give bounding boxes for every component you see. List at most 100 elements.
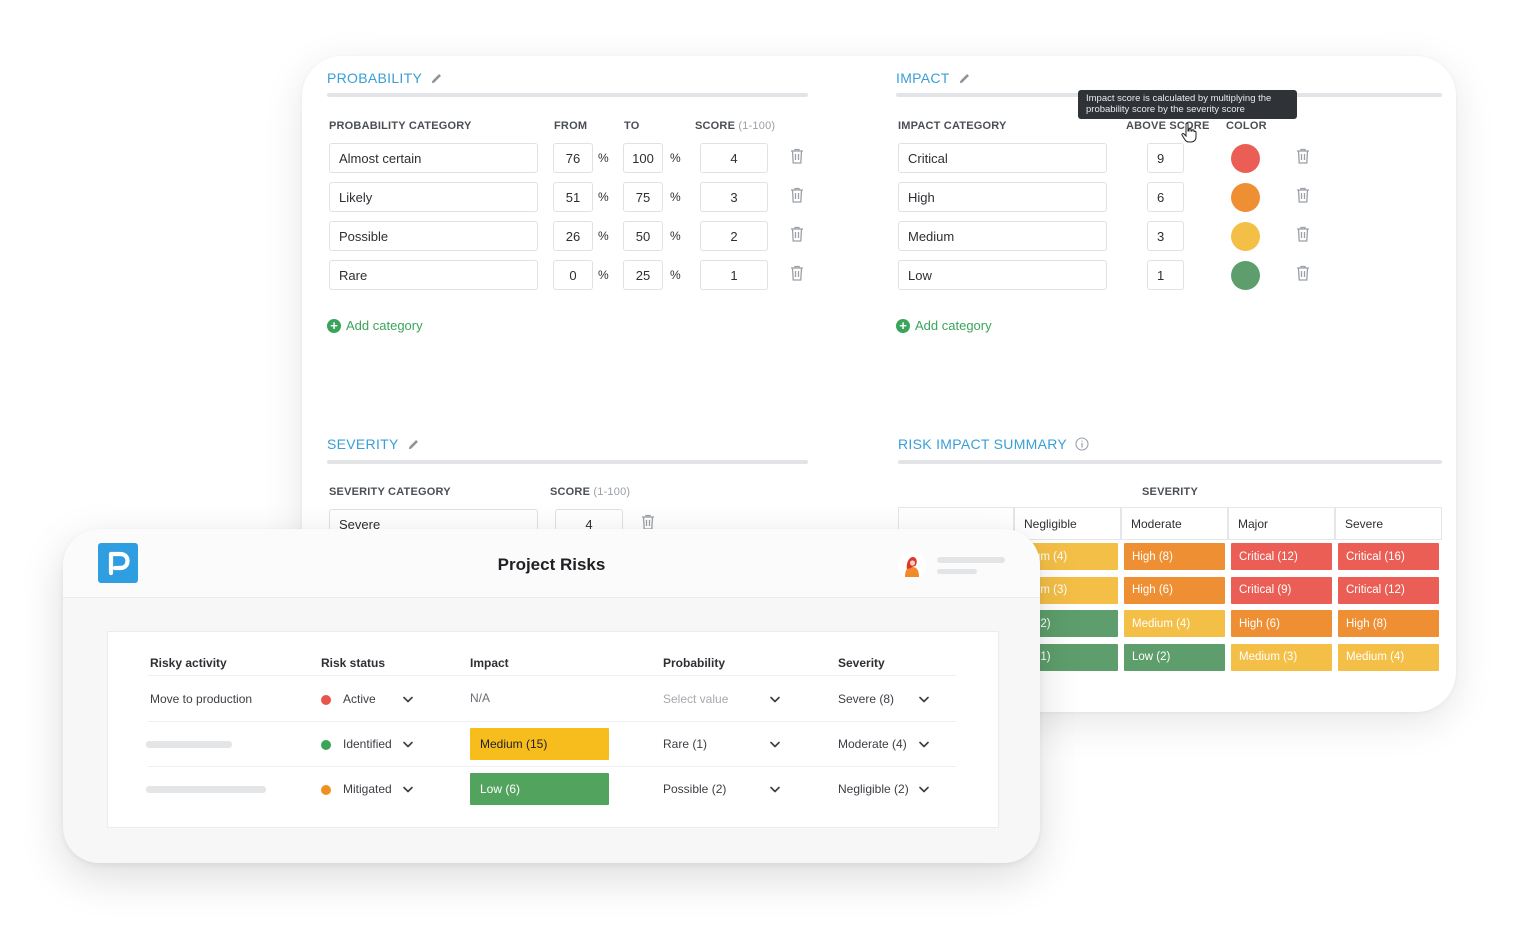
probability-category-input[interactable]: Likely [329, 182, 538, 212]
trash-icon[interactable] [1296, 226, 1310, 242]
chevron-down-icon[interactable] [919, 786, 929, 793]
above-score-input[interactable]: 3 [1147, 221, 1184, 251]
color-swatch[interactable] [1231, 261, 1260, 290]
trash-icon[interactable] [790, 148, 804, 164]
from-input[interactable]: 0 [553, 260, 593, 290]
activity-placeholder[interactable] [146, 786, 266, 793]
to-input[interactable]: 25 [623, 260, 663, 290]
probability-select[interactable]: Possible (2) [663, 782, 726, 796]
risk-status-value[interactable]: Identified [343, 737, 392, 751]
add-impact-category-button[interactable]: + Add category [896, 318, 992, 333]
risky-activity-text[interactable]: Move to production [150, 692, 252, 706]
matrix-column-header: Severe [1335, 507, 1442, 540]
chevron-down-icon[interactable] [770, 741, 780, 748]
edit-pencil-icon[interactable] [430, 72, 443, 85]
severity-select[interactable]: Negligible (2) [838, 782, 909, 796]
trash-icon[interactable] [1296, 187, 1310, 203]
header-risk-status: Risk status [321, 656, 386, 670]
probability-category-input[interactable]: Almost certain [329, 143, 538, 173]
impact-category-input[interactable]: High [898, 182, 1107, 212]
role-placeholder [937, 569, 977, 574]
score-input[interactable]: 1 [700, 260, 768, 290]
edit-pencil-icon[interactable] [407, 438, 420, 451]
trash-icon[interactable] [790, 187, 804, 203]
impact-category-input[interactable]: Medium [898, 221, 1107, 251]
to-header: TO [624, 120, 640, 132]
probability-select[interactable]: Select value [663, 692, 728, 706]
chevron-down-icon[interactable] [919, 741, 929, 748]
chevron-down-icon[interactable] [919, 696, 929, 703]
matrix-cell: Medium (4) [1338, 643, 1439, 671]
trash-icon[interactable] [1296, 265, 1310, 281]
status-dot [321, 785, 331, 795]
chevron-down-icon[interactable] [770, 696, 780, 703]
to-input[interactable]: 75 [623, 182, 663, 212]
color-swatch[interactable] [1231, 144, 1260, 173]
chevron-down-icon[interactable] [403, 741, 413, 748]
severity-select[interactable]: Moderate (4) [838, 737, 907, 751]
add-icon: + [896, 318, 910, 333]
impact-category-header: IMPACT CATEGORY [898, 120, 1007, 132]
add-category-label: Add category [346, 318, 423, 333]
matrix-cell: Critical (9) [1231, 576, 1332, 604]
activity-placeholder[interactable] [146, 741, 232, 748]
probability-title: PROBABILITY [327, 70, 423, 86]
trash-icon[interactable] [790, 226, 804, 242]
trash-icon[interactable] [790, 265, 804, 281]
edit-pencil-icon[interactable] [958, 72, 971, 85]
matrix-cell: High (8) [1338, 610, 1439, 638]
score-input[interactable]: 4 [700, 143, 768, 173]
risk-status-value[interactable]: Active [343, 692, 376, 706]
to-input[interactable]: 50 [623, 221, 663, 251]
chevron-down-icon[interactable] [403, 696, 413, 703]
add-category-label: Add category [915, 318, 992, 333]
severity-select[interactable]: Severe (8) [838, 692, 894, 706]
impact-badge[interactable]: Medium (15) [470, 728, 609, 760]
color-swatch[interactable] [1231, 183, 1260, 212]
hand-cursor-icon [1181, 122, 1197, 143]
risk-status-value[interactable]: Mitigated [343, 782, 392, 796]
impact-category-input[interactable]: Critical [898, 143, 1107, 173]
matrix-cell: High (8) [1124, 543, 1225, 570]
percent-sign: % [670, 229, 681, 243]
severity-category-header: SEVERITY CATEGORY [329, 486, 451, 498]
probability-category-input[interactable]: Possible [329, 221, 538, 251]
impact-badge[interactable]: Low (6) [470, 773, 609, 805]
summary-section-title: RISK IMPACT SUMMARY [898, 436, 1089, 452]
row-divider [148, 721, 956, 722]
percent-sign: % [670, 190, 681, 204]
probability-category-header: PROBABILITY CATEGORY [329, 120, 472, 132]
probability-select[interactable]: Rare (1) [663, 737, 707, 751]
header-severity: Severity [838, 656, 885, 670]
chevron-down-icon[interactable] [403, 786, 413, 793]
score-input[interactable]: 2 [700, 221, 768, 251]
from-input[interactable]: 26 [553, 221, 593, 251]
matrix-cell: Medium (4) [1124, 610, 1225, 638]
matrix-cell: Medium (3) [1231, 643, 1332, 671]
percent-sign: % [598, 190, 609, 204]
color-swatch[interactable] [1231, 222, 1260, 251]
status-dot [321, 695, 331, 705]
info-icon[interactable] [1075, 437, 1089, 451]
impact-category-input[interactable]: Low [898, 260, 1107, 290]
trash-icon[interactable] [1296, 148, 1310, 164]
percent-sign: % [598, 229, 609, 243]
to-input[interactable]: 100 [623, 143, 663, 173]
score-input[interactable]: 3 [700, 182, 768, 212]
section-divider [327, 460, 808, 464]
from-input[interactable]: 76 [553, 143, 593, 173]
matrix-column-header: Moderate [1121, 507, 1228, 540]
header-impact: Impact [470, 656, 509, 670]
above-score-input[interactable]: 6 [1147, 182, 1184, 212]
percent-sign: % [670, 151, 681, 165]
header-risky-activity: Risky activity [150, 656, 227, 670]
probability-category-input[interactable]: Rare [329, 260, 538, 290]
from-input[interactable]: 51 [553, 182, 593, 212]
add-probability-category-button[interactable]: + Add category [327, 318, 423, 333]
chevron-down-icon[interactable] [770, 786, 780, 793]
color-header: COLOR [1226, 120, 1267, 132]
above-score-input[interactable]: 9 [1147, 143, 1184, 173]
above-score-input[interactable]: 1 [1147, 260, 1184, 290]
trash-icon[interactable] [641, 514, 655, 530]
user-avatar[interactable] [898, 552, 926, 580]
